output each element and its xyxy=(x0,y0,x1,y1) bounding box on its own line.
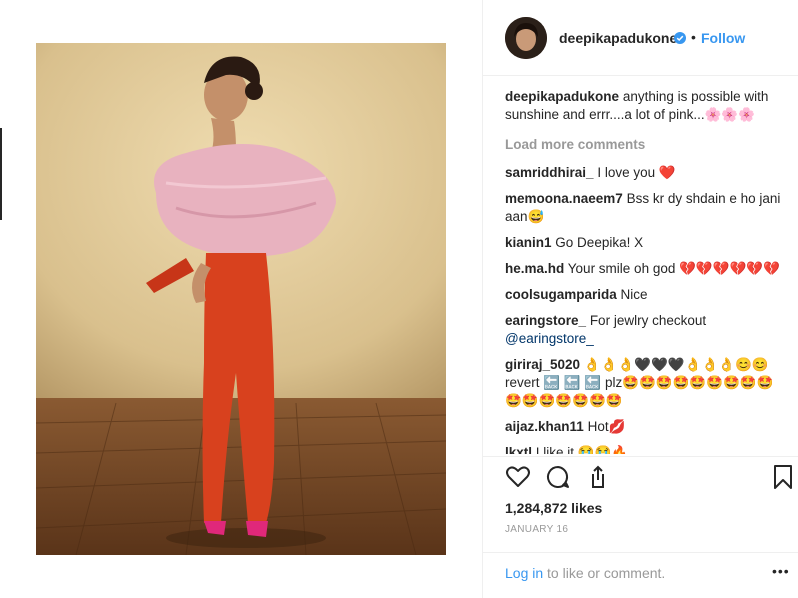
comment-item: aijaz.khan11 Hot💋 xyxy=(505,418,785,436)
comment-icon[interactable] xyxy=(545,464,571,490)
comment-text: Nice xyxy=(620,287,648,302)
post-username[interactable]: deepikapadukone xyxy=(559,30,677,46)
comment-item: lkxtl I like it 😭😭🔥 xyxy=(505,444,785,454)
comment-item: earingstore_ For jewlry checkout @earing… xyxy=(505,312,785,348)
caption-username[interactable]: deepikapadukone xyxy=(505,89,619,104)
comment-item: kianin1 Go Deepika! X xyxy=(505,234,785,252)
comment-username[interactable]: kianin1 xyxy=(505,235,552,250)
follow-button[interactable]: Follow xyxy=(701,30,745,46)
separator-dot: • xyxy=(691,29,696,45)
comment-item: coolsugamparida Nice xyxy=(505,286,785,304)
footer-divider xyxy=(483,552,798,553)
more-options-icon[interactable]: ••• xyxy=(772,563,790,579)
comment-username[interactable]: lkxtl xyxy=(505,445,532,454)
comment-text: For jewlry checkout xyxy=(589,313,707,328)
action-bar xyxy=(505,464,795,494)
post-image-illustration xyxy=(36,43,446,555)
avatar[interactable] xyxy=(505,17,547,59)
comment-text: Go Deepika! X xyxy=(555,235,644,250)
comment-username[interactable]: giriraj_5020 xyxy=(505,357,580,372)
heart-icon[interactable] xyxy=(505,464,531,490)
login-link[interactable]: Log in xyxy=(505,565,543,581)
likes-count[interactable]: 1,284,872 likes xyxy=(505,500,602,516)
load-more-comments-button[interactable]: Load more comments xyxy=(505,136,785,154)
left-edge-mark xyxy=(0,128,2,220)
post-date[interactable]: JANUARY 16 xyxy=(505,524,568,535)
avatar-image xyxy=(505,17,547,59)
caption: deepikapadukone anything is possible wit… xyxy=(505,88,785,124)
bookmark-icon[interactable] xyxy=(770,464,796,490)
comment-username[interactable]: he.ma.hd xyxy=(505,261,564,276)
verified-badge-icon xyxy=(674,31,686,44)
comment-username[interactable]: samriddhirai_ xyxy=(505,165,594,180)
actions-divider xyxy=(483,456,798,457)
comment-text: Hot💋 xyxy=(587,419,626,434)
comment-username[interactable]: aijaz.khan11 xyxy=(505,419,584,434)
comment-text: I like it 😭😭🔥 xyxy=(535,445,629,454)
comment-username[interactable]: earingstore_ xyxy=(505,313,586,328)
comment-item: he.ma.hd Your smile oh god 💔💔💔💔💔💔 xyxy=(505,260,785,278)
mention-link[interactable]: @earingstore_ xyxy=(505,331,594,346)
post-header: deepikapadukone • Follow xyxy=(483,0,798,76)
pane-divider xyxy=(482,0,483,598)
comment-text: I love you ❤️ xyxy=(597,165,676,180)
login-prompt-text: to like or comment. xyxy=(543,565,666,581)
comments-list[interactable]: deepikapadukone anything is possible wit… xyxy=(505,88,785,454)
comment-username[interactable]: coolsugamparida xyxy=(505,287,617,302)
comment-username[interactable]: memoona.naeem7 xyxy=(505,191,623,206)
login-prompt: Log in to like or comment. xyxy=(505,565,665,581)
comment-text: Your smile oh god 💔💔💔💔💔💔 xyxy=(567,261,780,276)
photo-pane xyxy=(0,0,482,598)
comment-item: memoona.naeem7 Bss kr dy shdain e ho jan… xyxy=(505,190,785,226)
post-photo[interactable] xyxy=(36,43,446,555)
comment-item: samriddhirai_ I love you ❤️ xyxy=(505,164,785,182)
comment-item: giriraj_5020 👌👌👌🖤🖤🖤👌👌👌😊😊 revert 🔙 🔙 🔙 pl… xyxy=(505,356,785,410)
share-icon[interactable] xyxy=(585,464,611,490)
